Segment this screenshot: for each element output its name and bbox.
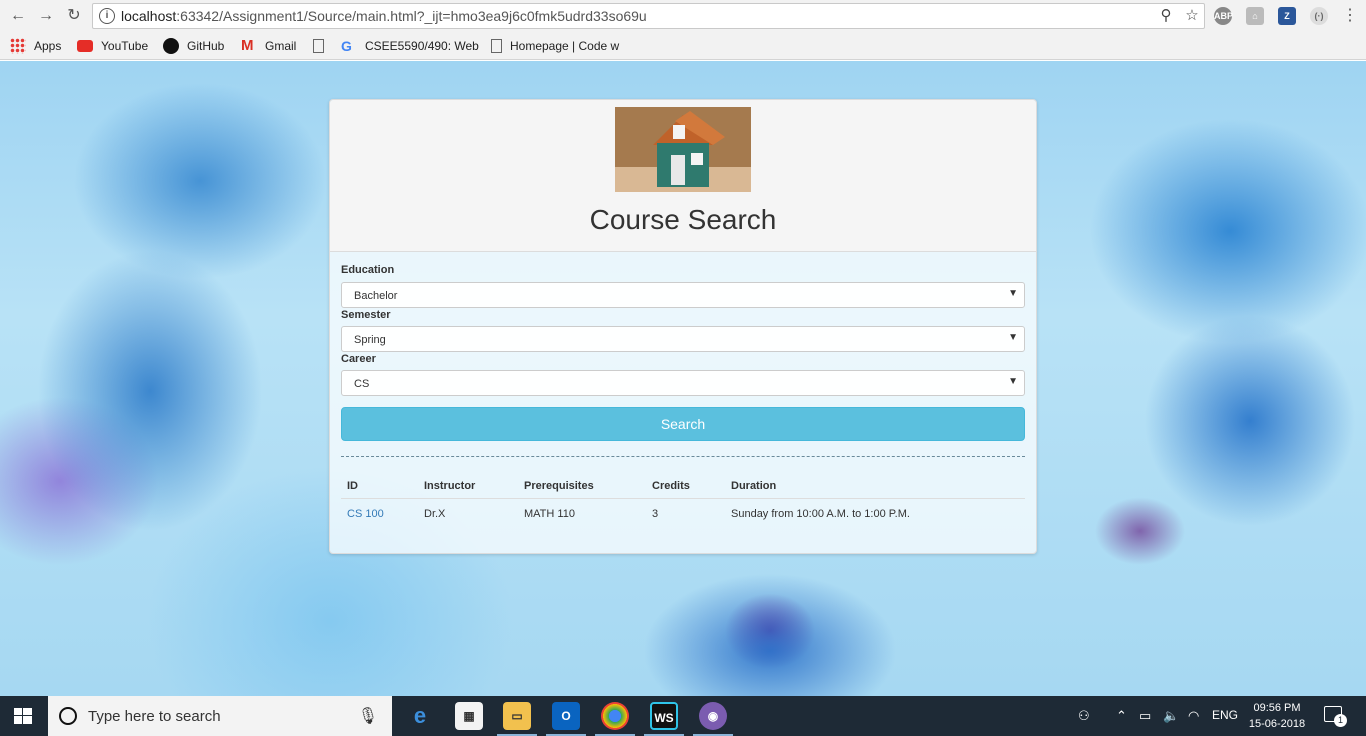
column-header-prerequisites: Prerequisites xyxy=(524,480,594,492)
gmail-icon: M xyxy=(241,37,254,54)
divider xyxy=(341,456,1025,457)
course-search-card: Course Search Education Bachelor ▼ Semes… xyxy=(329,99,1037,554)
zoom-icon[interactable]: ⚲ xyxy=(1157,7,1175,25)
google-icon: G xyxy=(341,38,352,54)
info-icon[interactable]: i xyxy=(99,8,115,24)
search-button[interactable]: Search xyxy=(341,407,1025,441)
career-value: CS xyxy=(354,378,370,390)
career-label: Career xyxy=(341,353,376,365)
star-icon[interactable]: ☆ xyxy=(1183,7,1201,25)
chevron-down-icon: ▼ xyxy=(1008,376,1018,387)
page-icon xyxy=(313,39,324,53)
table-cell-credits: 3 xyxy=(652,508,659,520)
house-logo-image xyxy=(615,107,751,192)
bookmark-label: CSEE5590/490: Web xyxy=(365,39,479,53)
menu-icon[interactable]: ⋮ xyxy=(1340,6,1360,26)
semester-select[interactable]: Spring ▼ xyxy=(341,326,1025,352)
page-icon xyxy=(491,39,502,53)
github-desktop-icon[interactable]: ◉ xyxy=(699,702,727,730)
page-background: Course Search Education Bachelor ▼ Semes… xyxy=(0,61,1366,696)
microphone-icon[interactable]: 🎙 xyxy=(358,706,378,726)
bookmark-homepage[interactable]: Homepage | Code w xyxy=(491,37,619,55)
outlook-icon[interactable]: O xyxy=(552,702,580,730)
apps-grid-icon xyxy=(10,38,26,54)
clock-date: 15-06-2018 xyxy=(1248,718,1306,730)
clock-time: 09:56 PM xyxy=(1253,702,1301,714)
bookmark-youtube[interactable]: YouTube xyxy=(77,37,148,55)
bookmark-csee[interactable]: G CSEE5590/490: Web xyxy=(341,37,479,55)
bookmark-github[interactable]: GitHub xyxy=(163,37,224,55)
language-indicator[interactable]: ENG xyxy=(1212,708,1238,722)
bookmarks-bar: Apps YouTube GitHub M Gmail G CSEE5590/4… xyxy=(0,32,1366,60)
battery-icon[interactable]: ▭ xyxy=(1139,708,1151,724)
notification-count: 1 xyxy=(1334,714,1347,727)
github-icon xyxy=(163,38,179,54)
taskbar-search-placeholder: Type here to search xyxy=(88,708,221,725)
career-select[interactable]: CS ▼ xyxy=(341,370,1025,396)
zotero-icon[interactable]: Z xyxy=(1278,7,1296,25)
store-icon[interactable]: ▦ xyxy=(455,702,483,730)
table-cell-duration: Sunday from 10:00 A.M. to 1:00 P.M. xyxy=(731,508,910,520)
extension-icon[interactable]: (·) xyxy=(1310,7,1328,25)
browser-toolbar: ← → ↻ i localhost:63342/Assignment1/Sour… xyxy=(0,0,1366,32)
semester-label: Semester xyxy=(341,309,391,321)
bookmark-gmail[interactable]: M Gmail xyxy=(241,37,296,55)
edge-icon[interactable]: e xyxy=(406,702,434,730)
chevron-down-icon: ▼ xyxy=(1008,332,1018,343)
chrome-icon[interactable] xyxy=(601,702,629,730)
column-header-instructor: Instructor xyxy=(424,480,476,492)
column-header-id: ID xyxy=(347,480,358,492)
pdf-icon[interactable]: ⌂ xyxy=(1246,7,1264,25)
bookmark-label: Homepage | Code w xyxy=(510,39,620,53)
notification-icon[interactable]: 1 xyxy=(1324,706,1347,727)
volume-icon[interactable]: 🔈 xyxy=(1163,708,1179,724)
column-header-duration: Duration xyxy=(731,480,777,492)
table-row-divider xyxy=(341,498,1025,499)
bookmark-page[interactable] xyxy=(313,37,332,55)
chevron-up-icon[interactable]: ⌃ xyxy=(1116,708,1127,724)
card-header: Course Search xyxy=(330,100,1036,252)
table-cell-instructor: Dr.X xyxy=(424,508,446,520)
education-value: Bachelor xyxy=(354,290,398,302)
cortana-icon xyxy=(59,707,77,725)
bookmark-label: GitHub xyxy=(187,39,225,53)
bookmark-apps[interactable]: Apps xyxy=(10,37,61,55)
course-id-link[interactable]: CS 100 xyxy=(347,508,384,520)
education-label: Education xyxy=(341,264,395,276)
chevron-down-icon: ▼ xyxy=(1008,288,1018,299)
file-explorer-icon[interactable]: ▭ xyxy=(503,702,531,730)
adblock-icon[interactable]: ABP xyxy=(1214,7,1233,25)
semester-value: Spring xyxy=(354,334,386,346)
reload-icon[interactable]: ↻ xyxy=(64,6,84,26)
education-select[interactable]: Bachelor ▼ xyxy=(341,282,1025,308)
wifi-icon[interactable]: ◠ xyxy=(1188,708,1199,724)
taskbar-search-box[interactable]: Type here to search 🎙 xyxy=(48,696,392,736)
bookmark-label: Apps xyxy=(34,39,62,53)
address-bar[interactable]: i localhost:63342/Assignment1/Source/mai… xyxy=(92,3,1205,29)
bookmark-label: Gmail xyxy=(265,39,297,53)
people-icon[interactable]: ⚇ xyxy=(1078,708,1090,724)
bookmark-label: YouTube xyxy=(101,39,149,53)
page-title: Course Search xyxy=(589,204,777,235)
windows-start-icon[interactable] xyxy=(14,708,32,724)
system-clock[interactable]: 09:56 PM 15-06-2018 xyxy=(1246,700,1308,732)
youtube-icon xyxy=(77,40,93,52)
windows-taskbar: Type here to search 🎙 e ▦ ▭ O WS ◉ ⚇ ⌃ ▭… xyxy=(0,696,1366,736)
webstorm-icon[interactable]: WS xyxy=(650,702,678,730)
forward-icon[interactable]: → xyxy=(36,6,56,26)
table-cell-prerequisites: MATH 110 xyxy=(524,508,575,520)
column-header-credits: Credits xyxy=(652,480,690,492)
back-icon[interactable]: ← xyxy=(8,6,28,26)
url-text[interactable]: localhost:63342/Assignment1/Source/main.… xyxy=(121,8,647,24)
